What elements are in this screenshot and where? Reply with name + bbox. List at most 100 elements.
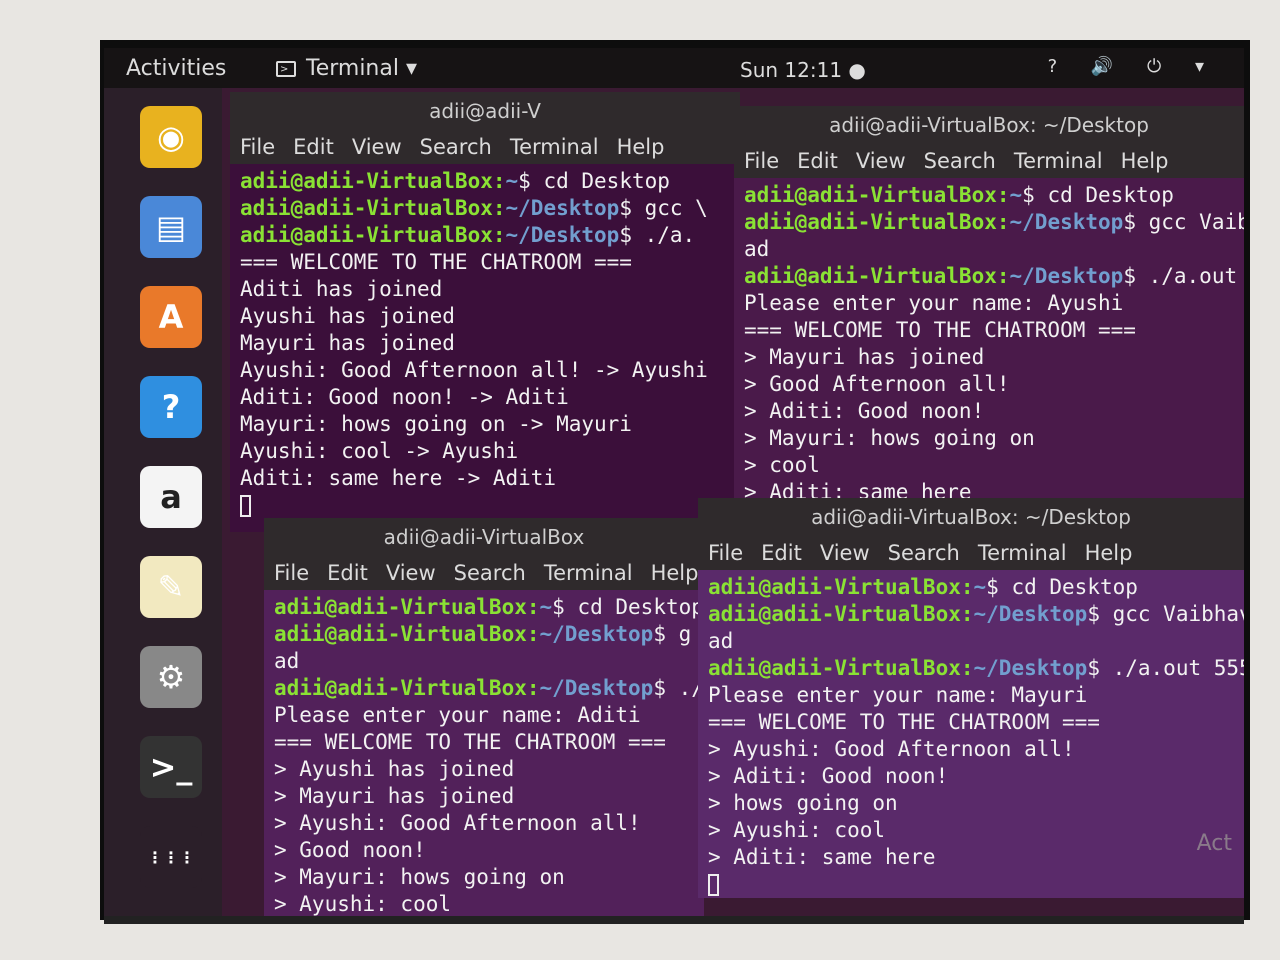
menu-bar: File Edit View Search Terminal Help [734, 144, 1244, 178]
menu-edit[interactable]: Edit [797, 149, 838, 173]
menu-file[interactable]: File [240, 135, 275, 159]
text-editor-icon[interactable]: ✎ [140, 556, 202, 618]
amazon-icon[interactable]: a [140, 466, 202, 528]
terminal-window-aditi-client[interactable]: adii@adii-VirtualBox File Edit View Search T… [264, 518, 704, 916]
line-text: $ gcc \ [619, 196, 708, 220]
menu-terminal[interactable]: Terminal [978, 541, 1067, 565]
settings-icon[interactable]: ⚙ [140, 646, 202, 708]
prompt-path: ~/Desktop [539, 676, 654, 700]
terminal-line: Ayushi has joined [240, 303, 730, 330]
line-text: > Good noon! [274, 838, 426, 862]
prompt-path: ~/Desktop [973, 656, 1088, 680]
dock: ◉ ▤ A? a ✎ ⚙ >_ ⋮⋮⋮ [104, 88, 222, 916]
menu-view[interactable]: View [386, 561, 436, 585]
window-title: adii@adii-VirtualBox [264, 518, 704, 556]
line-text: $ ./a [653, 676, 704, 700]
menu-view[interactable]: View [856, 149, 906, 173]
menu-file[interactable]: File [708, 541, 743, 565]
activities-button[interactable]: Activities [126, 56, 226, 81]
prompt-user: adii@adii-VirtualBox: [744, 264, 1010, 288]
terminal-line: Ayushi: Good Afternoon all! -> Ayushi [240, 357, 730, 384]
line-text: > Ayushi: Good Afternoon all! [708, 737, 1075, 761]
help-icon[interactable]: ? [140, 376, 202, 438]
cursor-line [708, 871, 1234, 898]
line-text: Aditi: Good noon! -> Aditi [240, 385, 569, 409]
menu-terminal[interactable]: Terminal [510, 135, 599, 159]
terminal-line: > Ayushi has joined [274, 756, 694, 783]
terminal-line: Aditi: Good noon! -> Aditi [240, 384, 730, 411]
menu-view[interactable]: View [352, 135, 402, 159]
menu-terminal[interactable]: Terminal [1014, 149, 1103, 173]
terminal-line: adii@adii-VirtualBox:~/Desktop$ ./a [274, 675, 704, 702]
menu-view[interactable]: View [820, 541, 870, 565]
menu-search[interactable]: Search [924, 149, 996, 173]
prompt-user: adii@adii-VirtualBox: [274, 676, 540, 700]
line-text: Ayushi: cool -> Ayushi [240, 439, 519, 463]
terminal-line: adii@adii-VirtualBox:~/Desktop$ ./a.out … [744, 263, 1237, 290]
libreoffice-writer-icon[interactable]: ▤ [140, 196, 202, 258]
line-text: > Ayushi has joined [274, 757, 515, 781]
prompt-user: adii@adii-VirtualBox: [708, 602, 974, 626]
prompt-path: ~/Desktop [505, 196, 620, 220]
menu-help[interactable]: Help [1121, 149, 1169, 173]
line-text: Aditi: same here -> Aditi [240, 466, 557, 490]
terminal-line: adii@adii-VirtualBox:~/Desktop$ gcc Vaib… [708, 601, 1244, 628]
line-text: > Aditi: same here [708, 845, 936, 869]
menu-file[interactable]: File [274, 561, 309, 585]
menu-search[interactable]: Search [888, 541, 960, 565]
line-text: Please enter your name: Mayuri [708, 683, 1088, 707]
terminal-line: Aditi: same here -> Aditi [240, 465, 730, 492]
window-title: adii@adii-V [230, 92, 740, 130]
line-text: Ayushi: Good Afternoon all! -> Ayushi [240, 358, 708, 382]
menu-terminal[interactable]: Terminal [544, 561, 633, 585]
terminal-line: > Mayuri has joined [274, 783, 694, 810]
terminal-line: > Ayushi: Good Afternoon all! [708, 736, 1234, 763]
line-text: > Aditi: Good noon! [744, 399, 985, 423]
terminal-line: === WELCOME TO THE CHATROOM === [274, 729, 694, 756]
menu-search[interactable]: Search [420, 135, 492, 159]
terminal-output[interactable]: adii@adii-VirtualBox:~$ cd Desktop adii@a… [734, 178, 1244, 536]
terminal-line: > Good Afternoon all! [744, 371, 1234, 398]
menu-file[interactable]: File [744, 149, 779, 173]
prompt-user: adii@adii-VirtualBox: [708, 656, 974, 680]
prompt-path: ~ [505, 169, 519, 193]
terminal-output[interactable]: adii@adii-VirtualBox:~$ cd Desktop adii@a… [230, 164, 740, 523]
terminal-line: Please enter your name: Ayushi [744, 290, 1234, 317]
show-apps-icon[interactable]: ⋮⋮⋮ [140, 826, 202, 888]
terminal-line: adii@adii-VirtualBox:~/Desktop$ g [274, 621, 694, 648]
terminal-window-aditi[interactable]: adii@adii-V File Edit View Search Terminal He… [230, 92, 740, 532]
terminal-app-icon: > [276, 61, 296, 77]
terminal-window-ayushi[interactable]: adii@adii-VirtualBox: ~/Desktop File Edit… [734, 106, 1244, 536]
prompt-user: adii@adii-VirtualBox: [708, 575, 974, 599]
prompt-path: ~/Desktop [973, 602, 1088, 626]
menu-edit[interactable]: Edit [761, 541, 802, 565]
prompt-path: ~/Desktop [1009, 210, 1124, 234]
menu-help[interactable]: Help [1085, 541, 1133, 565]
desktop-screen: Activities > Terminal ▾ Sun 12:11 ● ? 🔊 ⏻… [104, 48, 1244, 916]
terminal-line: > Aditi: same here [708, 844, 1234, 871]
terminal-line: Ayushi: cool -> Ayushi [240, 438, 730, 465]
terminal-line: Aditi has joined [240, 276, 730, 303]
menu-search[interactable]: Search [454, 561, 526, 585]
terminal-output[interactable]: adii@adii-VirtualBox:~$ cd Desktop adii@a… [264, 590, 704, 916]
menu-edit[interactable]: Edit [327, 561, 368, 585]
system-tray[interactable]: ? 🔊 ⏻ ▾ [1048, 56, 1218, 77]
software-center-icon[interactable]: A [140, 286, 202, 348]
terminal-line: > Ayushi: cool [708, 817, 1234, 844]
clock[interactable]: Sun 12:11 ● [740, 58, 866, 82]
terminal-icon[interactable]: >_ [140, 736, 202, 798]
top-panel: Activities > Terminal ▾ Sun 12:11 ● ? 🔊 ⏻… [104, 48, 1244, 88]
prompt-user: adii@adii-VirtualBox: [240, 169, 506, 193]
app-menu[interactable]: > Terminal ▾ [276, 56, 417, 81]
terminal-output[interactable]: adii@adii-VirtualBox:~$ cd Desktop adii@a… [698, 570, 1244, 898]
terminal-window-mayuri[interactable]: adii@adii-VirtualBox: ~/Desktop File Edit… [698, 498, 1244, 898]
prompt-path: ~/Desktop [1009, 264, 1124, 288]
terminal-line: adii@adii-VirtualBox:~/Desktop$ ./a.out … [708, 655, 1244, 682]
line-text: ad [274, 649, 300, 673]
line-text: === WELCOME TO THE CHATROOM === [274, 730, 666, 754]
line-text: $ ./a.out 5555 [1123, 264, 1238, 288]
menu-help[interactable]: Help [651, 561, 699, 585]
menu-edit[interactable]: Edit [293, 135, 334, 159]
rhythmbox-icon[interactable]: ◉ [140, 106, 202, 168]
menu-help[interactable]: Help [617, 135, 665, 159]
